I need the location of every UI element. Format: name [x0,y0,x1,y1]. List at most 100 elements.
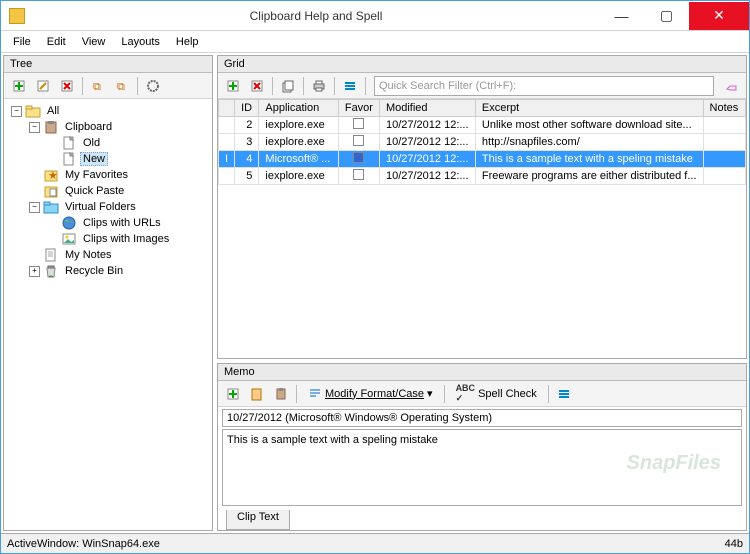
favorite-checkbox[interactable] [353,169,364,180]
column-header[interactable]: Modified [379,100,475,117]
clipboard-icon [43,120,59,134]
grid-copy-button[interactable] [277,75,299,97]
delete-clip-button[interactable] [56,75,78,97]
grid-delete-button[interactable] [246,75,268,97]
menu-file[interactable]: File [5,34,39,50]
table-row[interactable]: 2iexplore.exe10/27/2012 12:...Unlike mos… [219,117,746,134]
memo-header: Memo [218,364,746,381]
memo-title-input[interactable]: 10/27/2012 (Microsoft® Windows® Operatin… [222,409,742,427]
tree-toolbar: ⧉ ⧉ [4,73,212,99]
grid-panel: Grid Quick Search Filter (Ctrl+F): IDApp… [217,55,747,359]
tree-node-all[interactable]: − All [8,103,208,119]
column-header[interactable]: Notes [703,100,745,117]
image-icon [61,232,77,246]
memo-panel: Memo Modify Format/Case ▾ ABC✓ Spell Che… [217,363,747,531]
tree-node-clips-with-images[interactable]: Clips with Images [8,231,208,247]
grid-body[interactable]: IDApplicationFavorModifiedExcerptNotes2i… [218,99,746,358]
folder-icon [25,104,41,118]
window-title: Clipboard Help and Spell [33,9,599,23]
table-row[interactable]: I4Microsoft® ...10/27/2012 12:...This is… [219,151,746,168]
grid-config-button[interactable] [339,75,361,97]
modify-format-button[interactable]: Modify Format/Case ▾ [301,383,440,405]
close-button[interactable]: ✕ [689,2,749,30]
memo-new-button[interactable] [222,383,244,405]
tree-label: Recycle Bin [62,265,126,277]
column-header[interactable]: Application [259,100,338,117]
memo-text-area[interactable]: This is a sample text with a speling mis… [222,429,742,506]
memo-toolbar: Modify Format/Case ▾ ABC✓ Spell Check [218,381,746,407]
menu-layouts[interactable]: Layouts [113,34,168,50]
tree-label: New [80,152,108,166]
tree-label: All [44,105,62,117]
tree-node-old[interactable]: Old [8,135,208,151]
table-row[interactable]: 3iexplore.exe10/27/2012 12:...http://sna… [219,134,746,151]
tree-node-clips-with-urls[interactable]: Clips with URLs [8,215,208,231]
status-left: ActiveWindow: WinSnap64.exe [7,538,160,550]
search-input[interactable]: Quick Search Filter (Ctrl+F): [374,76,714,96]
table-row[interactable]: 5iexplore.exe10/27/2012 12:...Freeware p… [219,168,746,185]
tree-toggle[interactable]: − [29,122,40,133]
svg-text:⧉: ⧉ [93,81,101,93]
statusbar: ActiveWindow: WinSnap64.exe 44b [1,533,749,553]
memo-paste-button[interactable] [270,383,292,405]
tree-toggle[interactable]: − [11,106,22,117]
maximize-button[interactable]: ▢ [644,2,689,30]
status-right: 44b [725,538,743,550]
trash-icon [43,264,59,278]
menubar: FileEditViewLayoutsHelp [1,31,749,53]
expand-button[interactable]: ⧉ [87,75,109,97]
grid-print-button[interactable] [308,75,330,97]
tree-label: My Notes [62,249,114,261]
menu-edit[interactable]: Edit [39,34,74,50]
grid-new-button[interactable] [222,75,244,97]
edit-clip-button[interactable] [32,75,54,97]
clip-text-tab[interactable]: Clip Text [226,510,290,530]
tree-label: Clips with Images [80,233,172,245]
tree-node-my-favorites[interactable]: ★ My Favorites [8,167,208,183]
column-header[interactable]: Favor [338,100,379,117]
globe-icon [61,216,77,230]
menu-help[interactable]: Help [168,34,207,50]
vfolder-icon [43,200,59,214]
menu-view[interactable]: View [74,34,114,50]
spell-icon: ABC✓ [456,383,476,404]
tree-node-quick-paste[interactable]: Quick Paste [8,183,208,199]
tree-body[interactable]: −All−ClipboardOldNew★My FavoritesQuick P… [4,99,212,530]
doc-icon [61,136,77,150]
tree-label: Clipboard [62,121,115,133]
tree-toggle[interactable]: − [29,202,40,213]
row-cursor-icon: I [225,153,228,165]
column-header[interactable]: ID [235,100,259,117]
favorite-checkbox[interactable] [353,152,364,163]
minimize-button[interactable]: — [599,2,644,30]
tree-node-virtual-folders[interactable]: − Virtual Folders [8,199,208,215]
memo-config-button[interactable] [553,383,575,405]
spelling-error[interactable]: speling [362,434,397,446]
tree-label: Virtual Folders [62,201,139,213]
column-header[interactable] [219,100,235,117]
memo-copy-button[interactable] [246,383,268,405]
tree-node-recycle-bin[interactable]: + Recycle Bin [8,263,208,279]
watermark: SnapFiles [627,452,721,475]
tree-node-clipboard[interactable]: − Clipboard [8,119,208,135]
tree-label: My Favorites [62,169,131,181]
collapse-button[interactable]: ⧉ [111,75,133,97]
star-icon: ★ [43,168,59,182]
tree-toggle[interactable]: + [29,266,40,277]
favorite-checkbox[interactable] [353,118,364,129]
spell-check-button[interactable]: ABC✓ Spell Check [449,383,544,405]
tree-node-my-notes[interactable]: My Notes [8,247,208,263]
favorite-checkbox[interactable] [353,135,364,146]
settings-button[interactable] [142,75,164,97]
paste-icon [43,184,59,198]
tree-node-new[interactable]: New [8,151,208,167]
tree-label: Old [80,137,103,149]
app-icon [9,8,25,24]
svg-text:★: ★ [48,170,58,182]
new-clip-button[interactable] [8,75,30,97]
tree-panel: Tree ⧉ ⧉ −All−ClipboardOldNew★My Favorit… [3,55,213,531]
format-icon [308,387,322,401]
tree-label: Quick Paste [62,185,127,197]
column-header[interactable]: Excerpt [475,100,703,117]
clear-search-button[interactable] [720,75,742,97]
